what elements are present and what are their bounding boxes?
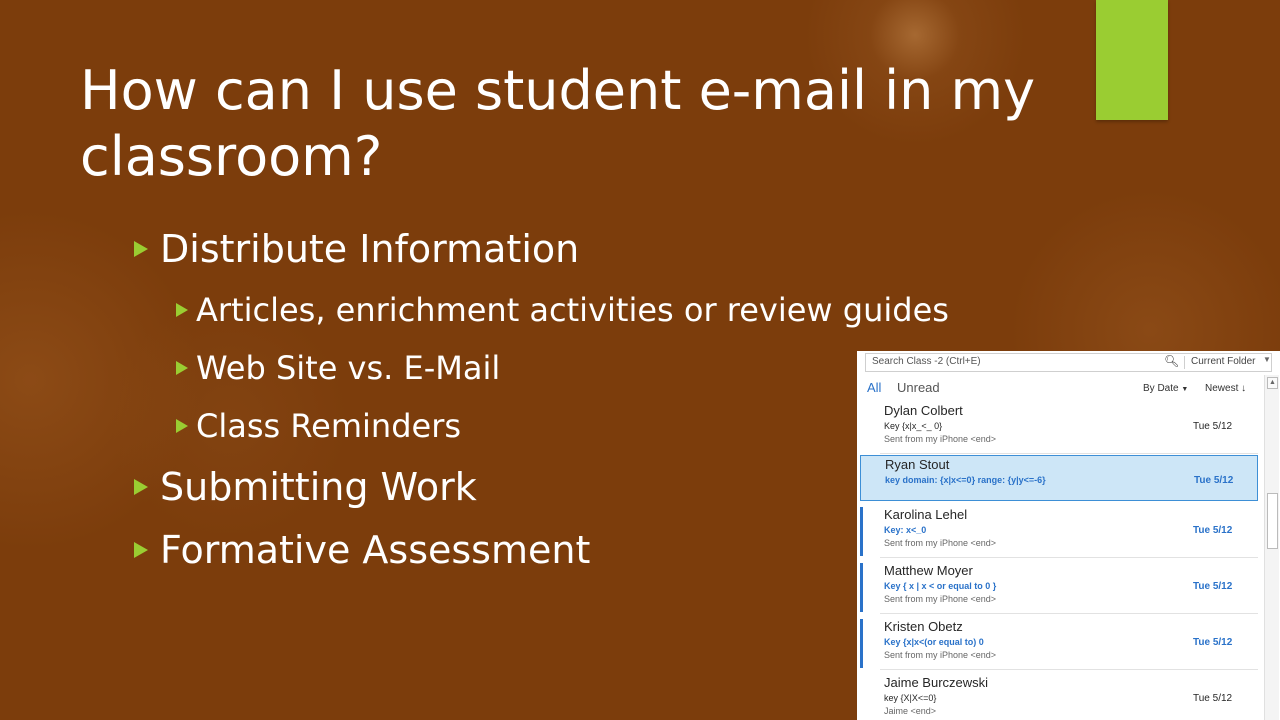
accent-bar <box>1096 0 1168 120</box>
message-item-unread[interactable]: Matthew Moyer Key { x | x < or equal to … <box>860 561 1258 614</box>
bullet-item: Articles, enrichment activities or revie… <box>176 290 949 330</box>
message-subject: Key: x<_0 <box>884 525 927 535</box>
bullet-text: Formative Assessment <box>160 528 591 572</box>
message-sender: Karolina Lehel <box>884 507 968 522</box>
scroll-up-icon[interactable]: ▲ <box>1267 377 1278 389</box>
message-subject: Key { x | x < or equal to 0 } <box>884 581 997 591</box>
message-date: Tue 5/12 <box>1193 525 1233 536</box>
bullet-item: Formative Assessment <box>134 528 590 572</box>
sort-by-label: By Date <box>1143 383 1179 394</box>
bullet-text: Submitting Work <box>160 465 477 509</box>
scrollbar[interactable]: ▲ <box>1264 375 1279 720</box>
search-divider <box>1184 356 1185 369</box>
message-preview: Sent from my iPhone <end> <box>884 650 997 660</box>
arrow-bullet-icon <box>176 361 188 375</box>
unread-indicator <box>860 507 863 556</box>
search-icon[interactable]: 🔍︎ <box>1164 354 1179 368</box>
scroll-thumb[interactable] <box>1267 493 1278 549</box>
chevron-down-icon[interactable]: ▼ <box>1263 355 1271 364</box>
search-placeholder: Search Class -2 (Ctrl+E) <box>872 356 981 367</box>
filter-unread-tab[interactable]: Unread <box>897 380 940 395</box>
message-item[interactable]: Dylan Colbert Key {x|x_<_ 0} Sent from m… <box>860 401 1258 454</box>
message-date: Tue 5/12 <box>1193 421 1233 432</box>
bullet-item: Submitting Work <box>134 465 477 509</box>
arrow-bullet-icon <box>176 303 188 317</box>
slide-background: How can I use student e-mail in my class… <box>0 0 1280 720</box>
divider <box>880 557 1258 558</box>
search-input[interactable]: Search Class -2 (Ctrl+E) 🔍︎ Current Fold… <box>865 353 1272 372</box>
message-preview: Jaime <end> <box>884 706 937 716</box>
unread-indicator <box>860 619 863 668</box>
message-subject: key domain: {x|x<=0} range: {y|y<=-6} <box>885 475 1046 485</box>
bullet-text: Distribute Information <box>160 227 580 271</box>
arrow-bullet-icon <box>134 542 148 558</box>
divider <box>880 613 1258 614</box>
divider <box>880 669 1258 670</box>
search-scope-dropdown[interactable]: Current Folder <box>1191 356 1255 367</box>
arrow-bullet-icon <box>134 479 148 495</box>
message-item-unread[interactable]: Kristen Obetz Key {x|x<(or equal to) 0 S… <box>860 617 1258 670</box>
message-preview: Sent from my iPhone <end> <box>884 434 997 444</box>
message-subject: Key {x|x_<_ 0} <box>884 421 943 431</box>
message-sender: Matthew Moyer <box>884 563 973 578</box>
chevron-down-icon: ▼ <box>1181 386 1189 393</box>
sort-order-label: Newest <box>1205 383 1239 394</box>
unread-indicator <box>860 563 863 612</box>
arrow-down-icon: ↓ <box>1241 383 1247 394</box>
arrow-bullet-icon <box>134 241 148 257</box>
message-sender: Jaime Burczewski <box>884 675 989 690</box>
message-date: Tue 5/12 <box>1193 637 1233 648</box>
message-item-selected[interactable]: Ryan Stout key domain: {x|x<=0} range: {… <box>860 455 1258 501</box>
sort-order-toggle[interactable]: Newest ↓ <box>1205 383 1246 394</box>
message-subject: key {X|X<=0} <box>884 693 937 703</box>
message-date: Tue 5/12 <box>1193 581 1233 592</box>
bullet-item: Class Reminders <box>176 406 461 446</box>
message-item-unread[interactable]: Karolina Lehel Key: x<_0 Sent from my iP… <box>860 505 1258 558</box>
message-item[interactable]: Jaime Burczewski key {X|X<=0} Jaime <end… <box>860 673 1258 720</box>
bullet-item: Web Site vs. E-Mail <box>176 348 500 388</box>
slide-title: How can I use student e-mail in my class… <box>80 59 1036 188</box>
message-subject: Key {x|x<(or equal to) 0 <box>884 637 984 647</box>
message-preview: Sent from my iPhone <end> <box>884 594 997 604</box>
divider <box>880 453 1258 454</box>
message-sender: Kristen Obetz <box>884 619 963 634</box>
bullet-text: Class Reminders <box>196 407 462 445</box>
bullet-item: Distribute Information <box>134 227 579 271</box>
bullet-text: Web Site vs. E-Mail <box>196 349 501 387</box>
message-sender: Ryan Stout <box>885 457 950 472</box>
message-sender: Dylan Colbert <box>884 403 963 418</box>
message-preview: Sent from my iPhone <end> <box>884 538 997 548</box>
sort-by-date-dropdown[interactable]: By Date ▼ <box>1143 383 1188 394</box>
filter-bar: All Unread By Date ▼ Newest ↓ <box>857 378 1267 398</box>
arrow-bullet-icon <box>176 419 188 433</box>
bullet-text: Articles, enrichment activities or revie… <box>196 291 949 329</box>
message-date: Tue 5/12 <box>1193 693 1233 704</box>
filter-all-tab[interactable]: All <box>867 380 881 395</box>
message-date: Tue 5/12 <box>1194 475 1234 486</box>
email-screenshot: Search Class -2 (Ctrl+E) 🔍︎ Current Fold… <box>857 351 1280 720</box>
